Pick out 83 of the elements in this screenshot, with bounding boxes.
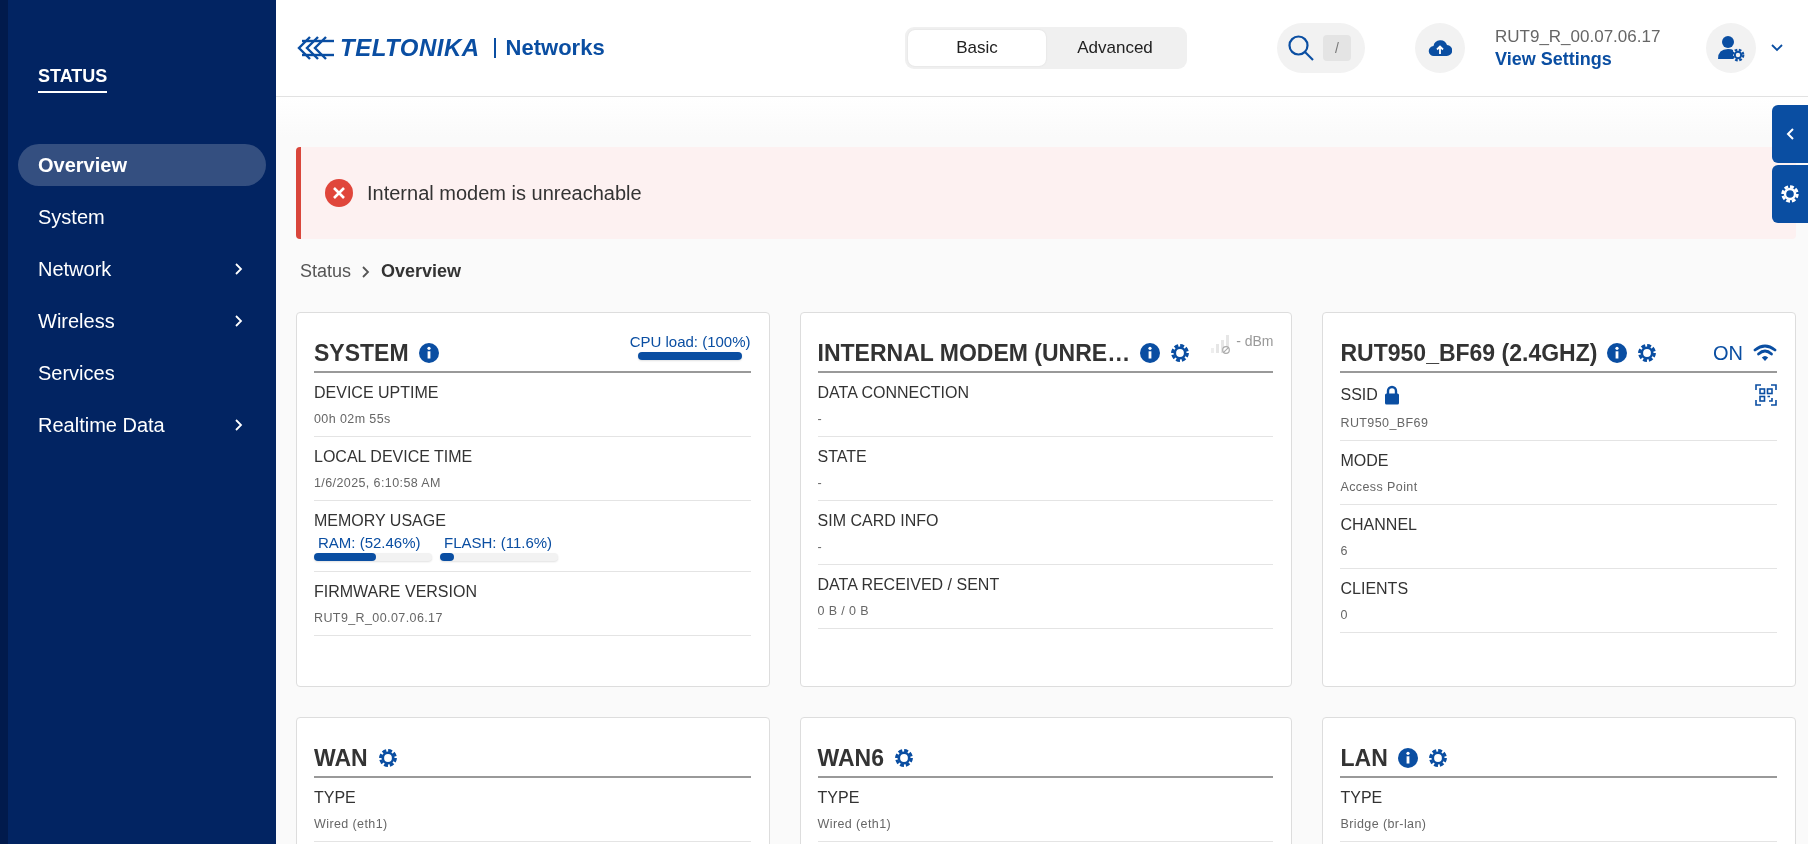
breadcrumb-item: Overview <box>381 261 462 282</box>
settings-icon[interactable] <box>893 748 914 768</box>
search-icon <box>1287 34 1315 62</box>
settings-icon[interactable] <box>1427 748 1448 768</box>
field-label: MODE <box>1340 452 1389 470</box>
memory-usage-label: FLASH: (11.6%) <box>443 534 554 551</box>
field-value: - <box>817 476 824 490</box>
card-title: WAN6 <box>817 744 884 772</box>
mode-tab[interactable]: Basic <box>908 30 1046 66</box>
logo-suffix: Networks <box>493 38 605 58</box>
breadcrumb-item[interactable]: Status <box>300 261 352 282</box>
view-settings-link[interactable]: View Settings <box>1495 48 1661 70</box>
field-value: - <box>817 412 824 426</box>
field-value: 00h 02m 55s <box>314 412 392 426</box>
field-label: CHANNEL <box>1340 516 1417 534</box>
chevron-right-icon <box>361 264 372 279</box>
card-title: SYSTEM <box>314 339 409 367</box>
field-value: 0 <box>1340 608 1349 622</box>
sidebar-item[interactable]: Services <box>18 352 266 394</box>
search-button[interactable]: / <box>1277 23 1365 73</box>
wifi-icon <box>1753 343 1777 363</box>
logo-mark-icon <box>296 35 336 61</box>
field-label: TYPE <box>1340 789 1383 807</box>
settings-icon[interactable] <box>1637 343 1658 363</box>
field-value: - <box>817 540 824 554</box>
settings-panel-tab[interactable] <box>1772 165 1808 223</box>
collapse-panel-tab[interactable] <box>1772 105 1808 163</box>
info-icon[interactable] <box>1607 343 1628 363</box>
field-value: 0 B / 0 B <box>817 604 871 618</box>
card-title: INTERNAL MODEM (UNRE… <box>817 339 1131 367</box>
alert-message: Internal modem is unreachable <box>367 181 642 205</box>
info-icon[interactable] <box>418 343 439 363</box>
info-icon[interactable] <box>1397 748 1418 768</box>
sidebar-item[interactable]: Wireless <box>18 300 266 342</box>
sidebar-item[interactable]: Overview <box>18 144 266 186</box>
chevron-left-icon <box>1785 127 1795 141</box>
user-settings-icon <box>1717 34 1745 62</box>
field-label: MEMORY USAGE <box>314 512 446 530</box>
memory-usage-label: RAM: (52.46%) <box>317 534 422 551</box>
field-value: Wired (eth1) <box>817 817 893 831</box>
logo-wordmark: TELTONIKA <box>340 34 480 62</box>
field-value: Wired (eth1) <box>314 817 389 831</box>
field-label: DATA RECEIVED / SENT <box>817 576 1000 594</box>
field-label: SIM CARD INFO <box>817 512 939 530</box>
field-label: TYPE <box>817 789 860 807</box>
cloud-upload-icon <box>1428 39 1452 57</box>
field-label: FIRMWARE VERSION <box>314 583 477 601</box>
field-label: SSID <box>1340 386 1378 404</box>
settings-icon[interactable] <box>1170 343 1191 363</box>
section-heading: STATUS <box>38 66 108 93</box>
field-label: CLIENTS <box>1340 580 1409 598</box>
no-signal-icon <box>1210 333 1233 355</box>
field-label: DATA CONNECTION <box>817 384 969 402</box>
field-value: 1/6/2025, 6:10:58 AM <box>314 476 442 490</box>
cloud-upload-button[interactable] <box>1415 23 1465 73</box>
settings-icon <box>1780 184 1800 204</box>
field-value: Access Point <box>1340 480 1419 494</box>
field-label: DEVICE UPTIME <box>314 384 439 402</box>
card-title: RUT950_BF69 (2.4GHZ) <box>1340 339 1598 367</box>
cpu-load-label: CPU load: (100%) <box>629 333 751 350</box>
settings-icon[interactable] <box>377 748 398 768</box>
sidebar-item[interactable]: Realtime Data <box>18 404 266 446</box>
chevron-down-icon[interactable] <box>1770 43 1784 53</box>
info-icon[interactable] <box>1140 343 1161 363</box>
signal-reading: - dBm <box>1236 333 1274 349</box>
sidebar-item[interactable]: Network <box>18 248 266 290</box>
card-title: LAN <box>1340 744 1388 772</box>
wifi-status: ON <box>1713 341 1743 365</box>
field-label: LOCAL DEVICE TIME <box>314 448 473 466</box>
field-value: RUT9_R_00.07.06.17 <box>314 611 444 625</box>
field-label: TYPE <box>314 789 356 807</box>
sidebar-item[interactable]: System <box>18 196 266 238</box>
user-menu-button[interactable] <box>1706 23 1756 73</box>
card-title: WAN <box>314 744 368 772</box>
field-value: 6 <box>1340 544 1349 558</box>
shortcut-key: / <box>1323 35 1351 61</box>
field-value: RUT950_BF69 <box>1340 416 1430 430</box>
firmware-version: RUT9_R_00.07.06.17 <box>1495 26 1661 47</box>
field-label: STATE <box>817 448 867 466</box>
qr-code-icon[interactable] <box>1755 384 1777 406</box>
error-icon <box>325 179 353 207</box>
field-value: Bridge (br-lan) <box>1340 817 1428 831</box>
mode-tab[interactable]: Advanced <box>1046 30 1184 66</box>
